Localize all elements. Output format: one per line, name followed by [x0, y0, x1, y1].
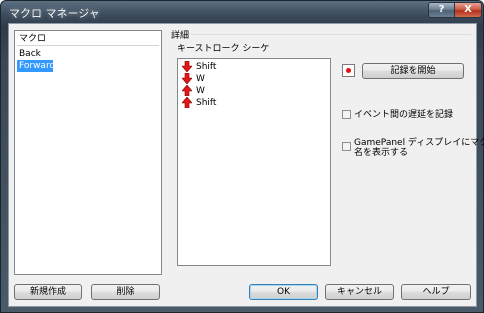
titlebar[interactable]: マクロ マネージャ ? X [1, 1, 484, 23]
help-icon: ? [438, 4, 445, 15]
arrow-down-icon [182, 61, 192, 72]
arrow-up-icon [182, 97, 192, 108]
details-group-label: 詳細 [171, 31, 190, 41]
ok-button[interactable]: OK [249, 284, 318, 300]
macro-manager-window: マクロ マネージャ ? X マクロ Back Forward 詳細 キーストロー… [0, 0, 484, 313]
macro-list[interactable]: マクロ Back Forward [14, 30, 162, 275]
new-macro-button[interactable]: 新規作成 [14, 284, 82, 300]
cancel-button[interactable]: キャンセル [325, 284, 394, 300]
record-delays-checkbox[interactable] [342, 110, 351, 119]
keystroke-key: Shift [196, 62, 217, 72]
record-indicator-icon [342, 64, 355, 77]
help-button[interactable]: ヘルプ [401, 284, 471, 300]
help-caption-button[interactable]: ? [428, 2, 455, 18]
keystroke-key: Shift [196, 98, 217, 108]
close-icon: X [464, 4, 472, 15]
arrow-up-icon [182, 85, 192, 96]
keystroke-sequence-label: キーストローク シーケ [177, 44, 270, 54]
dialog-client-area: マクロ Back Forward 詳細 キーストローク シーケ Shift W [8, 23, 484, 307]
details-group-divider [191, 34, 471, 35]
keystroke-key: W [196, 74, 205, 84]
keystroke-key: W [196, 86, 205, 96]
record-delays-label[interactable]: イベント間の遅延を記録 [354, 110, 453, 120]
display-macro-name-label-line2[interactable]: 名を表示する [354, 148, 408, 158]
window-title: マクロ マネージャ [9, 7, 100, 20]
display-macro-name-checkbox[interactable] [342, 142, 351, 151]
arrow-down-icon [182, 73, 192, 84]
delete-macro-button[interactable]: 削除 [91, 284, 160, 300]
display-macro-name-label-line1[interactable]: GamePanel ディスプレイにマクロ [354, 138, 484, 148]
keystroke-sequence-list[interactable]: Shift W W Shift [177, 58, 331, 266]
macro-item-forward[interactable]: Forward [17, 60, 55, 72]
start-recording-button[interactable]: 記録を開始 [362, 63, 464, 79]
macro-list-header: マクロ [17, 33, 159, 46]
macro-item-back[interactable]: Back [17, 48, 159, 60]
close-caption-button[interactable]: X [454, 2, 482, 18]
